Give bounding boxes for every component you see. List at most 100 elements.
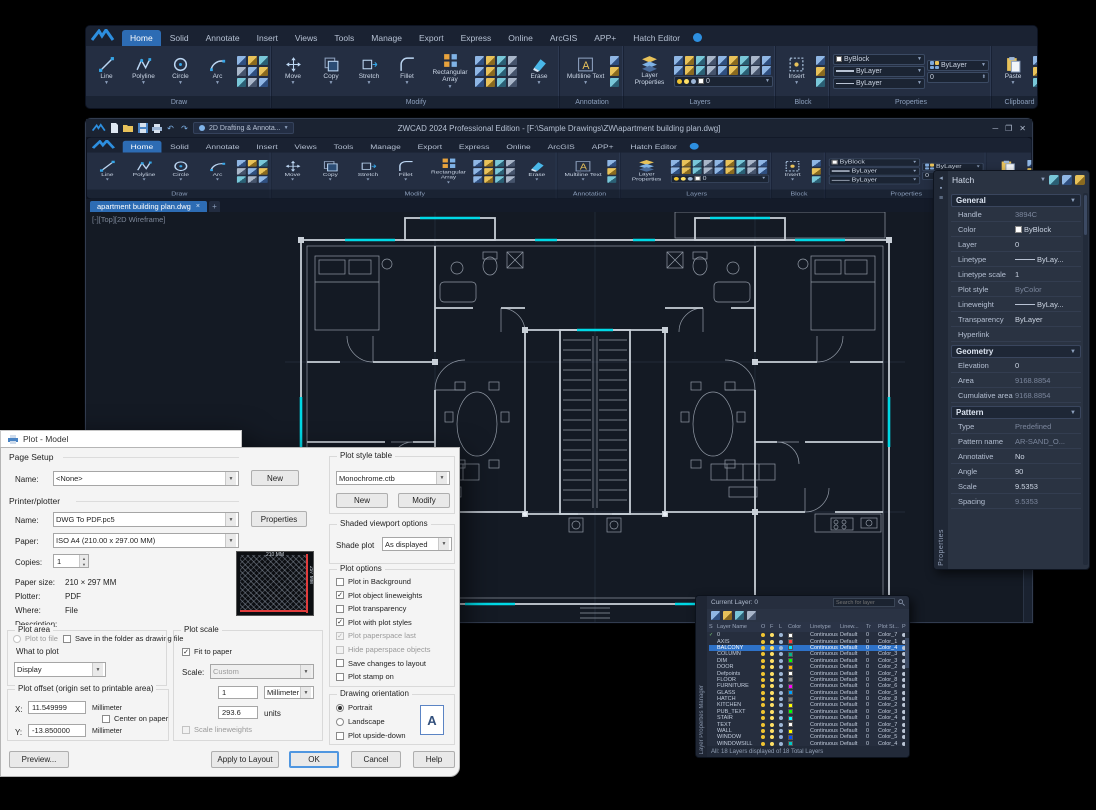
plot-option-plot-in-background[interactable]: Plot in Background (336, 577, 411, 586)
layer-linetype[interactable]: Continuous (810, 671, 840, 677)
property-value[interactable]: ByLay... (1015, 300, 1081, 309)
layer-lock-cell[interactable] (779, 665, 788, 669)
tool-icon[interactable] (248, 67, 257, 76)
group-label[interactable]: Draw (86, 96, 272, 108)
tool-icon[interactable] (740, 66, 749, 75)
scale-numerator-input[interactable]: 1 (218, 686, 258, 699)
ribbon-minimize-icon[interactable] (693, 33, 702, 42)
layer-linetype[interactable]: Continuous (810, 696, 840, 702)
ribbon-tab-solid[interactable]: Solid (162, 30, 197, 46)
layer-row[interactable]: WINDOWSILLContinuousDefault0Color_4 (709, 741, 909, 746)
tool-icon[interactable] (486, 67, 495, 76)
tool-icon[interactable] (473, 160, 482, 167)
layer-freeze-cell[interactable] (770, 703, 779, 707)
save-icon[interactable] (137, 123, 148, 134)
tool-icon[interactable] (736, 160, 745, 167)
close-button[interactable]: ✕ (1019, 124, 1026, 133)
layer-color-cell[interactable] (788, 684, 810, 689)
layer-linetype[interactable]: Continuous (810, 639, 840, 645)
tool-icon[interactable] (237, 168, 246, 175)
layer-lineweight[interactable]: Default (840, 702, 866, 708)
layer-transparency[interactable]: 0 (866, 715, 878, 721)
tool-icon[interactable] (751, 66, 760, 75)
tool-icon[interactable] (707, 66, 716, 75)
arc-button[interactable]: Arc▼ (200, 154, 235, 188)
tool-icon[interactable] (248, 168, 257, 175)
property-value[interactable]: 0 (1015, 361, 1081, 370)
layer-transparency[interactable]: 0 (866, 734, 878, 740)
layer-row[interactable]: WALLContinuousDefault0Color_2 (709, 728, 909, 734)
page-setup-new-button[interactable]: New (251, 470, 299, 486)
section-header-geometry[interactable]: Geometry▼ (951, 345, 1081, 358)
layer-freeze-cell[interactable] (770, 735, 779, 739)
insert-button[interactable]: Insert▼ (775, 154, 810, 188)
column-header[interactable]: Linetype (810, 624, 840, 630)
fit-to-paper-checkbox[interactable]: Fit to paper (182, 647, 232, 656)
layer-on-cell[interactable] (761, 735, 770, 739)
scale-lineweights-checkbox[interactable]: Scale lineweights (182, 725, 252, 734)
tool-icon[interactable] (718, 56, 727, 65)
tool-icon[interactable] (816, 67, 825, 76)
layer-transparency[interactable]: 0 (866, 639, 878, 645)
tool-icon[interactable] (608, 160, 617, 167)
tool-icon[interactable] (682, 167, 691, 174)
layer-lineweight[interactable]: Default (840, 651, 866, 657)
ribbon-tab-tools[interactable]: Tools (326, 141, 362, 153)
lineweight-dropdown[interactable]: ByLayer ▼ (833, 66, 925, 77)
viewport-controls[interactable]: [-][Top][2D Wireframe] (92, 215, 165, 224)
layer-lock-cell[interactable] (779, 640, 788, 644)
ribbon-tab-home[interactable]: Home (122, 30, 161, 46)
open-folder-icon[interactable] (123, 123, 134, 134)
tool-icon[interactable] (608, 168, 617, 175)
layer-lock-cell[interactable] (779, 742, 788, 746)
tool-icon[interactable] (671, 160, 680, 167)
layer-lineweight[interactable]: Default (840, 645, 866, 651)
layer-freeze-cell[interactable] (770, 684, 779, 688)
group-label[interactable]: Clipboard (992, 96, 1038, 108)
layer-lock-cell[interactable] (779, 710, 788, 714)
tool-icon[interactable] (486, 78, 495, 87)
layer-row[interactable]: BALCONYContinuousDefault0Color_4 (709, 645, 909, 651)
layer-lineweight[interactable]: Default (840, 677, 866, 683)
printer-properties-button[interactable]: Properties (251, 511, 307, 527)
layer-transparency[interactable]: 0 (866, 741, 878, 746)
rectangular-array-button[interactable]: Rectangular Array▼ (426, 154, 472, 188)
stretch-button[interactable]: Stretch▼ (350, 154, 386, 188)
tool-icon[interactable] (486, 56, 495, 65)
layer-plot-style[interactable]: Color_7 (878, 722, 902, 728)
tool-icon[interactable] (484, 176, 493, 183)
tool-icon[interactable] (495, 168, 504, 175)
minimize-button[interactable]: ─ (992, 124, 998, 133)
tool-icon[interactable] (682, 160, 691, 167)
column-header[interactable]: P (902, 624, 910, 630)
tool-icon[interactable] (237, 176, 246, 183)
layer-plot-style[interactable]: Color_4 (878, 645, 902, 651)
ribbon-tab-solid[interactable]: Solid (162, 141, 197, 153)
linetype-dropdown[interactable]: ByLayer ▼ (833, 78, 925, 89)
fillet-button[interactable]: Fillet▼ (389, 48, 425, 94)
layer-on-cell[interactable] (761, 697, 770, 701)
tool-icon[interactable] (747, 167, 756, 174)
ribbon-tab-online[interactable]: Online (500, 30, 541, 46)
layer-lock-cell[interactable] (779, 684, 788, 688)
property-value[interactable]: AR-SAND_O... (1015, 437, 1081, 446)
plot-option-plot-paperspace-last[interactable]: Plot paperspace last (336, 631, 416, 640)
layer-color-cell[interactable] (788, 639, 810, 644)
tool-icon[interactable] (484, 160, 493, 167)
column-header[interactable]: F (770, 624, 779, 630)
ribbon-minimize-icon[interactable] (690, 143, 699, 150)
tool-icon[interactable] (484, 168, 493, 175)
layer-transparency[interactable]: 0 (866, 632, 878, 638)
layer-transparency[interactable]: 0 (866, 702, 878, 708)
tool-icon[interactable] (610, 56, 619, 65)
tool-icon[interactable] (610, 67, 619, 76)
layer-on-cell[interactable] (761, 723, 770, 727)
tool-icon[interactable] (237, 160, 246, 167)
layer-color-cell[interactable] (788, 645, 810, 650)
layer-freeze-cell[interactable] (770, 659, 779, 663)
layer-freeze-cell[interactable] (770, 742, 779, 746)
layer-plot-style[interactable]: Color_6 (878, 683, 902, 689)
plot-style-dropdown[interactable]: ByLayer ▼ (927, 60, 989, 71)
layer-lineweight[interactable]: Default (840, 664, 866, 670)
section-header-general[interactable]: General▼ (951, 194, 1081, 207)
